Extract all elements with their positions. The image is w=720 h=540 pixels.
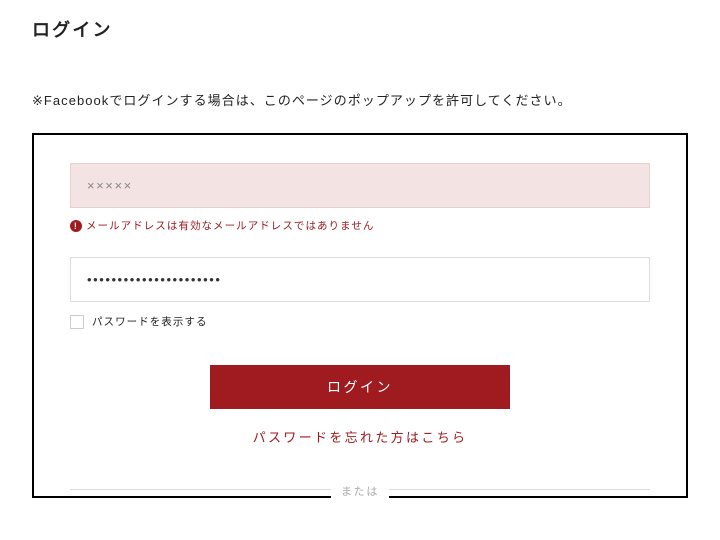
email-error-row: ! メールアドレスは有効なメールアドレスではありません [70, 218, 650, 233]
divider-text: または [331, 486, 389, 498]
divider: または [70, 482, 650, 496]
error-icon: ! [70, 220, 82, 232]
password-field-group: パスワードを表示する [70, 257, 650, 329]
email-error-text: メールアドレスは有効なメールアドレスではありません [86, 218, 374, 233]
show-password-label: パスワードを表示する [92, 314, 208, 329]
forgot-password-link[interactable]: パスワードを忘れた方はこちら [70, 427, 650, 446]
page-title: ログイン [32, 16, 688, 42]
login-button[interactable]: ログイン [210, 365, 510, 409]
email-input[interactable] [70, 163, 650, 208]
show-password-checkbox[interactable] [70, 315, 84, 329]
facebook-notice: ※Facebookでログインする場合は、このページのポップアップを許可してくださ… [32, 90, 688, 109]
password-input[interactable] [70, 257, 650, 302]
email-field-group: ! メールアドレスは有効なメールアドレスではありません [70, 163, 650, 233]
login-form: ! メールアドレスは有効なメールアドレスではありません パスワードを表示する ロ… [32, 133, 688, 498]
show-password-row: パスワードを表示する [70, 314, 650, 329]
